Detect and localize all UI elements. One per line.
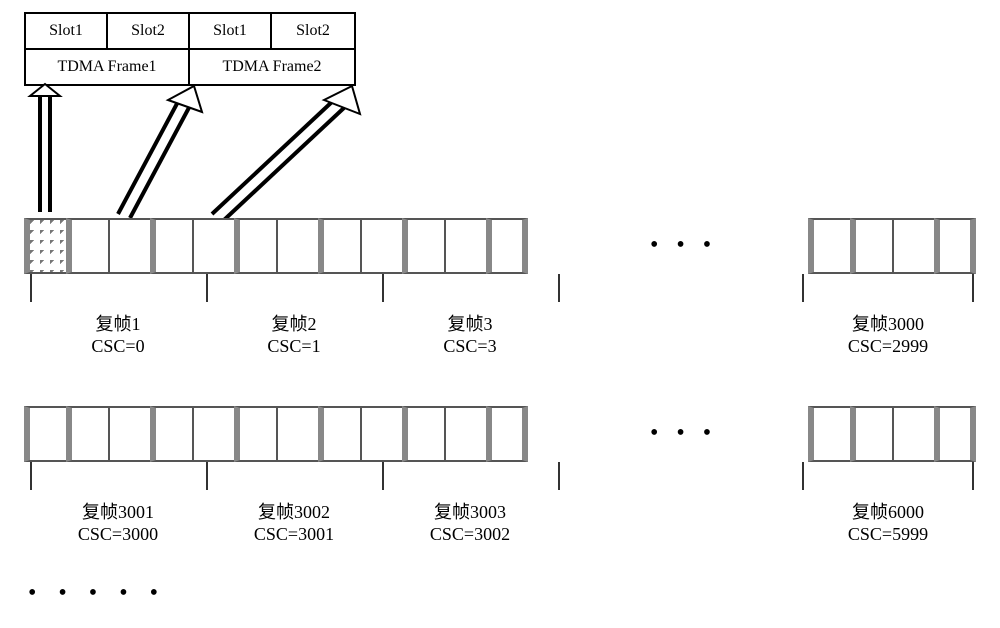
ellipsis-row1: • • •: [650, 232, 717, 259]
tick: [30, 274, 32, 302]
mf-group-right-row2: [808, 406, 976, 462]
arrow-3: [208, 84, 378, 222]
slot-cell: [276, 406, 318, 462]
mf-group-left-row2: [24, 406, 528, 462]
slot-cell: [108, 406, 150, 462]
mf-row-1: [24, 218, 976, 274]
tdma-frame2-label: TDMA Frame2: [190, 48, 354, 84]
mf-label-3: 复帧3 CSC=3: [443, 310, 496, 357]
mf-group-right-row1: [808, 218, 976, 274]
slot-cell: [934, 218, 976, 274]
ellipsis-trailing: • • • • •: [28, 580, 166, 607]
slot-cell: [892, 406, 934, 462]
tick: [802, 462, 804, 490]
slot-cell: [192, 406, 234, 462]
mf-label-3003: 复帧3003 CSC=3002: [430, 498, 510, 545]
mf-label-3001: 复帧3001 CSC=3000: [78, 498, 158, 545]
slot-cell: [892, 218, 934, 274]
tick: [206, 462, 208, 490]
slot-cell: [24, 406, 66, 462]
slot-cell: [234, 406, 276, 462]
slot-cell: [808, 218, 850, 274]
mf-label-3002: 复帧3002 CSC=3001: [254, 498, 334, 545]
slot-cell: [444, 406, 486, 462]
tdma-frame-box: Slot1 Slot2 Slot1 Slot2 TDMA Frame1 TDMA…: [24, 12, 356, 86]
mf-label-6000: 复帧6000 CSC=5999: [848, 498, 928, 545]
slot-cell: [850, 218, 892, 274]
slot-cell: [402, 218, 444, 274]
tick: [382, 462, 384, 490]
mf-group-left-row1: [24, 218, 528, 274]
tick: [972, 462, 974, 490]
ellipsis-row2: • • •: [650, 420, 717, 447]
mf-label-1: 复帧1 CSC=0: [91, 310, 144, 357]
slot-cell: [150, 218, 192, 274]
tick: [382, 274, 384, 302]
slot-cell: [66, 406, 108, 462]
slot-cell: [150, 406, 192, 462]
mf-row-2: [24, 406, 976, 462]
slot-cell: [318, 406, 360, 462]
tdma-slot1b: Slot1: [190, 14, 272, 48]
slot-cell: [24, 218, 66, 274]
slot-cell: [850, 406, 892, 462]
slot-cell: [66, 218, 108, 274]
slot-cell: [192, 218, 234, 274]
tdma-slot1a: Slot1: [26, 14, 108, 48]
slot-cell: [234, 218, 276, 274]
tick: [30, 462, 32, 490]
slot-cell: [108, 218, 150, 274]
slot-cell: [360, 218, 402, 274]
arrow-1: [28, 84, 68, 218]
slot-cell: [318, 218, 360, 274]
arrow-2: [110, 84, 220, 222]
slot-cell: [276, 218, 318, 274]
slot-cell: [486, 406, 528, 462]
tick: [558, 462, 560, 490]
slot-cell: [402, 406, 444, 462]
slot-cell: [360, 406, 402, 462]
tdma-slot2b: Slot2: [272, 14, 354, 48]
slot-cell: [934, 406, 976, 462]
tick: [802, 274, 804, 302]
mf-label-2: 复帧2 CSC=1: [267, 310, 320, 357]
tick: [972, 274, 974, 302]
tick: [206, 274, 208, 302]
slot-cell: [444, 218, 486, 274]
tick: [558, 274, 560, 302]
tdma-slot2a: Slot2: [108, 14, 190, 48]
tdma-frame1-label: TDMA Frame1: [26, 48, 190, 84]
slot-cell: [808, 406, 850, 462]
slot-cell: [486, 218, 528, 274]
mf-label-3000: 复帧3000 CSC=2999: [848, 310, 928, 357]
